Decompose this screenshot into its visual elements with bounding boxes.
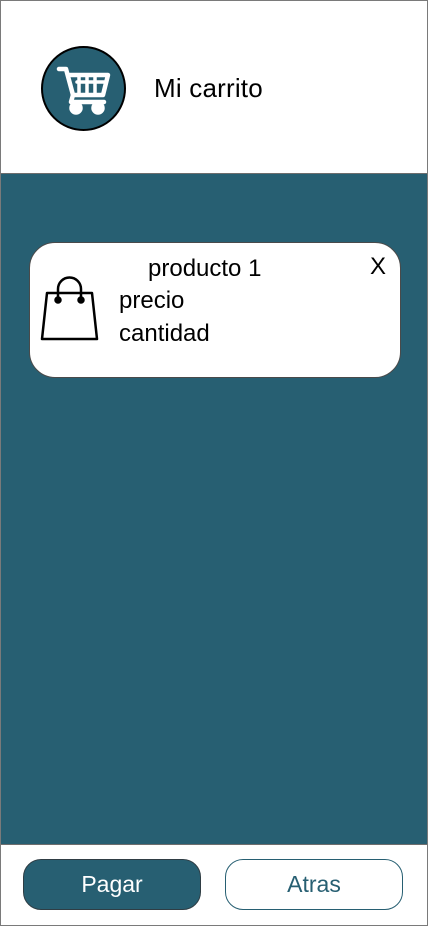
header: Mi carrito <box>1 1 427 174</box>
page-title: Mi carrito <box>154 73 263 103</box>
cart-list: producto 1 precio cantidad X <box>1 174 427 844</box>
footer: Pagar Atras <box>1 844 427 925</box>
pay-button[interactable]: Pagar <box>23 859 201 910</box>
product-price: precio <box>119 287 185 314</box>
shopping-bag-icon <box>40 276 99 341</box>
product-name: producto 1 <box>148 255 262 282</box>
app-screen: Mi carrito producto 1 precio cantidad X … <box>0 0 428 926</box>
remove-item-button[interactable]: X <box>370 253 386 281</box>
back-button[interactable]: Atras <box>225 859 403 910</box>
cart-item[interactable]: producto 1 precio cantidad X <box>29 242 401 378</box>
shopping-cart-icon <box>41 46 126 131</box>
product-quantity: cantidad <box>119 320 210 347</box>
